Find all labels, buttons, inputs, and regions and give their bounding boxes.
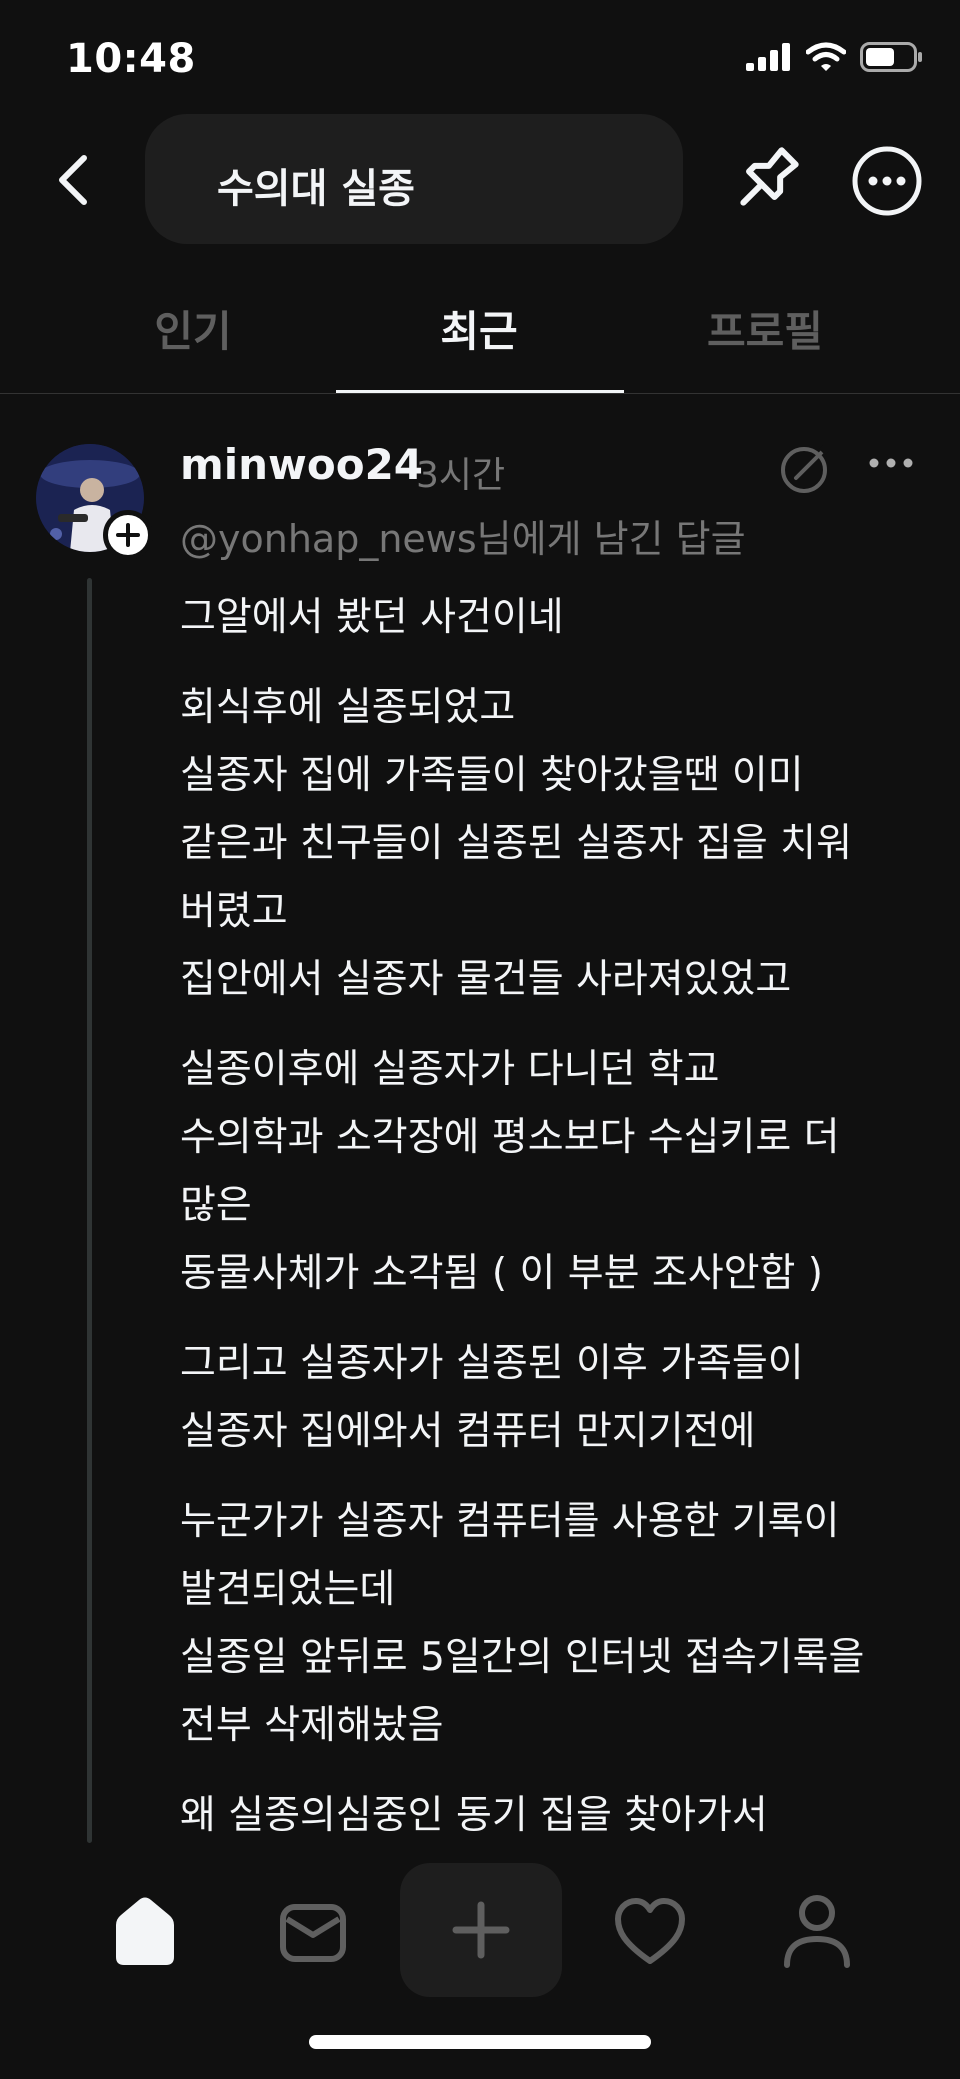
home-indicator[interactable]	[309, 2035, 651, 2049]
status-icons	[746, 42, 924, 72]
text-line: 실종자 집에와서 컴퓨터 만지기전에	[180, 1409, 756, 1454]
back-button[interactable]	[50, 150, 100, 210]
paragraph: 왜 실종의심중인 동기 집을 찾아가서	[180, 1782, 930, 1850]
plus-icon	[116, 523, 140, 547]
text-line: 누군가가 실종자 컴퓨터를 사용한 기록이	[180, 1499, 840, 1544]
post-body: 그알에서 봤던 사건이네 회식후에 실종되었고 실종자 집에 가족들이 찾아갔을…	[180, 584, 930, 1872]
text-line: 집안에서 실종자 물건들 사라져있었고	[180, 957, 792, 1002]
text-line: 왜 실종의심중인 동기 집을 찾아가서	[180, 1793, 768, 1838]
nav-profile-button[interactable]	[781, 1893, 853, 1969]
heart-icon	[615, 1898, 685, 1964]
cellular-signal-icon	[746, 43, 790, 71]
paragraph: 누군가가 실종자 컴퓨터를 사용한 기록이 발견되었는데 실종일 앞뒤로 5일간…	[180, 1488, 930, 1760]
edit-icon	[781, 445, 829, 493]
text-line: 수의학과 소각장에 평소보다 수십키로 더	[180, 1115, 840, 1160]
battery-icon	[860, 42, 922, 72]
tab-popular[interactable]: 인기	[50, 298, 336, 359]
text-line: 같은과 친구들이 실종된 실종자 집을 치워	[180, 821, 852, 866]
tab-bar: 인기 최근 프로필	[0, 290, 960, 396]
paragraph: 회식후에 실종되었고 실종자 집에 가족들이 찾아갔을땐 이미 같은과 친구들이…	[180, 674, 930, 1014]
home-icon	[116, 1897, 174, 1965]
text-line: 그알에서 봤던 사건이네	[180, 595, 564, 640]
chevron-left-icon	[59, 155, 87, 205]
more-options-button[interactable]	[850, 144, 924, 218]
text-line: 실종이후에 실종자가 다니던 학교	[180, 1047, 720, 1092]
status-bar: 10:48	[0, 0, 960, 120]
text-line: 전부 삭제해놨음	[180, 1703, 444, 1748]
paragraph: 그리고 실종자가 실종된 이후 가족들이 실종자 집에와서 컴퓨터 만지기전에	[180, 1330, 930, 1466]
pin-button[interactable]	[728, 142, 804, 218]
nav-activity-button[interactable]	[614, 1897, 686, 1967]
text-line: 회식후에 실종되었고	[180, 685, 516, 730]
text-line: 많은	[180, 1183, 252, 1228]
pin-icon	[740, 147, 799, 206]
text-line: 버렸고	[180, 889, 288, 934]
text-line: 그리고 실종자가 실종된 이후 가족들이	[180, 1341, 804, 1386]
nav-compose-button[interactable]	[400, 1863, 562, 1997]
text-line: 실종일 앞뒤로 5일간의 인터넷 접속기록을	[180, 1635, 865, 1680]
post-more-button[interactable]	[866, 448, 916, 478]
search-query-text: 수의대 실종	[217, 166, 415, 212]
active-tab-indicator	[336, 390, 624, 393]
wifi-icon	[806, 42, 846, 71]
inbox-icon	[280, 1904, 346, 1962]
reply-to-label: @yonhap_news님에게 남긴 답글	[180, 517, 746, 561]
text-line: 동물사체가 소각됨 ( 이 부분 조사안함 )	[180, 1251, 824, 1296]
thread-line	[87, 578, 92, 1843]
paragraph: 실종이후에 실종자가 다니던 학교 수의학과 소각장에 평소보다 수십키로 더 …	[180, 1036, 930, 1308]
status-time: 10:48	[66, 36, 196, 82]
nav-home-button[interactable]	[110, 1895, 180, 1969]
tab-recent[interactable]: 최근	[336, 298, 622, 359]
post-username[interactable]: minwoo24	[180, 440, 423, 489]
follow-button[interactable]	[103, 510, 153, 560]
more-circle-icon	[852, 146, 922, 216]
nav-inbox-button[interactable]	[277, 1897, 349, 1969]
text-line: 발견되었는데	[180, 1567, 396, 1612]
tab-profile[interactable]: 프로필	[622, 298, 908, 359]
paragraph: 그알에서 봤던 사건이네	[180, 584, 930, 652]
profile-icon	[784, 1895, 850, 1968]
post-timestamp: 3시간	[416, 455, 506, 496]
edit-button[interactable]	[778, 440, 834, 496]
tabs-divider	[0, 393, 960, 394]
more-horizontal-icon	[869, 458, 913, 468]
plus-icon	[452, 1901, 510, 1959]
text-line: 실종자 집에 가족들이 찾아갔을땐 이미	[180, 753, 804, 798]
search-field[interactable]: 수의대 실종	[145, 114, 683, 244]
